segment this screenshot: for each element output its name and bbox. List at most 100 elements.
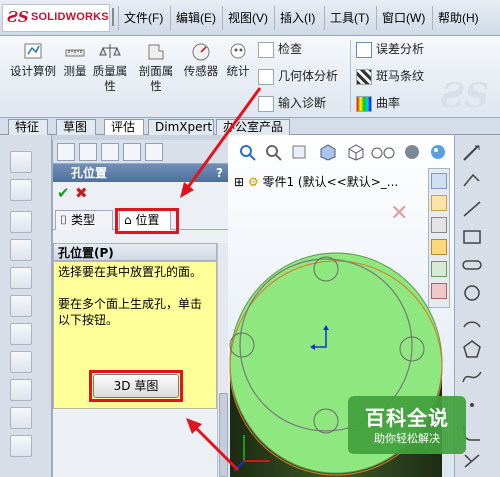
deviation-analysis-button[interactable]: 误差分析 xyxy=(356,40,424,58)
scrollbar-thumb[interactable] xyxy=(219,393,228,477)
sensor-button[interactable]: 传感器 xyxy=(180,42,222,79)
trim-icon[interactable] xyxy=(461,451,483,471)
sketch-icon[interactable] xyxy=(461,143,483,163)
fillet-icon[interactable] xyxy=(10,351,32,373)
arc-icon[interactable] xyxy=(461,311,483,331)
file-explorer-icon[interactable] xyxy=(431,239,447,255)
menu-window[interactable]: 窗口(W) xyxy=(382,9,425,26)
display-manager-tab-icon[interactable] xyxy=(145,143,163,161)
tab-sketch[interactable]: 草图 xyxy=(56,119,96,135)
display-style-icon[interactable] xyxy=(10,179,32,201)
slot-icon[interactable] xyxy=(461,255,483,275)
view-orient-icon[interactable] xyxy=(10,151,32,173)
watermark-badge: 百科全说 助你轻松解决 xyxy=(348,396,466,454)
deviation-analysis-icon xyxy=(356,41,372,58)
ok-cancel-row: ✔ ✖ xyxy=(53,182,229,204)
close-icon[interactable]: ✕ xyxy=(390,201,408,226)
tab-dimxpert[interactable]: DimXpert xyxy=(148,119,214,135)
left-toolbar xyxy=(0,135,52,477)
section-properties-icon xyxy=(148,44,164,60)
line-icon[interactable] xyxy=(461,199,483,219)
revolve-icon[interactable] xyxy=(10,239,32,261)
help-icon[interactable]: ? xyxy=(216,164,223,182)
mass-properties-button[interactable]: 质量属性 xyxy=(92,42,128,94)
extrude-icon[interactable] xyxy=(10,211,32,233)
sensor-icon xyxy=(192,43,210,61)
curvature-button[interactable]: 曲率 xyxy=(356,94,400,112)
rectangle-icon[interactable] xyxy=(461,227,483,247)
spline-icon[interactable] xyxy=(461,367,483,387)
view-palette-icon[interactable] xyxy=(431,261,447,277)
tab-features[interactable]: 特征 xyxy=(8,119,48,135)
menu-insert[interactable]: 插入(I) xyxy=(280,9,315,26)
ribbon-separator xyxy=(350,40,351,112)
cancel-button[interactable]: ✖ xyxy=(75,184,88,202)
design-library-icon[interactable] xyxy=(431,217,447,233)
heads-up-toolbar xyxy=(228,139,454,165)
triad-icon xyxy=(233,435,270,472)
part-icon: ⚙ xyxy=(247,175,259,189)
hide-show-icon[interactable] xyxy=(370,143,398,161)
command-manager: ƧS 设计算例 测量 质量属性 剖面属性 传感器 统计 检查 几何体分析 输入诊… xyxy=(0,36,500,118)
previous-view-icon[interactable] xyxy=(290,143,310,161)
scene-icon[interactable] xyxy=(428,143,448,161)
measure-button[interactable]: 测量 xyxy=(60,42,90,79)
ok-button[interactable]: ✔ xyxy=(57,184,70,202)
solidworks-logo[interactable]: ƧS SOLIDWORKS xyxy=(2,4,110,32)
mass-properties-icon xyxy=(99,44,121,58)
section-properties-button[interactable]: 剖面属性 xyxy=(136,42,176,94)
design-study-button[interactable]: 设计算例 xyxy=(10,42,56,79)
import-diagnostics-icon xyxy=(258,95,274,112)
resources-icon[interactable] xyxy=(431,173,447,189)
menu-bar: ƧS SOLIDWORKS 文件(F) 编辑(E) 视图(V) 插入(I) 工具… xyxy=(0,0,500,36)
view-orientation-icon[interactable] xyxy=(346,143,366,161)
import-diagnostics-button[interactable]: 输入诊断 xyxy=(258,94,326,112)
curvature-icon xyxy=(356,95,372,112)
statistics-icon xyxy=(230,43,246,59)
check-icon xyxy=(258,41,274,58)
zoom-area-icon[interactable] xyxy=(264,143,284,161)
zebra-stripes-button[interactable]: 斑马条纹 xyxy=(356,67,424,85)
feature-manager-tab-icon[interactable] xyxy=(57,143,75,161)
expand-icon[interactable]: ⊞ xyxy=(234,175,248,189)
loft-icon[interactable] xyxy=(10,295,32,317)
circle-icon[interactable] xyxy=(461,283,483,303)
home-icon[interactable] xyxy=(431,195,447,211)
position-tab-highlight xyxy=(115,208,179,234)
geometry-analysis-button[interactable]: 几何体分析 xyxy=(258,67,338,85)
menu-tools[interactable]: 工具(T) xyxy=(330,9,369,26)
pattern-icon[interactable] xyxy=(10,407,32,429)
cut-icon[interactable] xyxy=(10,323,32,345)
tab-type[interactable]: ⌷ 类型 xyxy=(55,210,113,230)
smart-dimension-icon[interactable] xyxy=(461,171,483,191)
tab-office-products[interactable]: 办公室产品 xyxy=(216,119,290,135)
hole-wizard-tabs: ⌷ 类型 ⌂ 位置 xyxy=(53,208,229,234)
menu-help[interactable]: 帮助(H) xyxy=(438,9,479,26)
menu-edit[interactable]: 编辑(E) xyxy=(176,9,216,26)
menu-view[interactable]: 视图(V) xyxy=(228,9,268,26)
polygon-icon[interactable] xyxy=(461,339,483,359)
mirror-icon[interactable] xyxy=(10,435,32,457)
chamfer-icon[interactable] xyxy=(10,379,32,401)
instruction-text-2: 要在多个面上生成孔，单击以下按钮。 xyxy=(58,297,203,327)
zebra-stripes-icon xyxy=(356,68,372,85)
section-view-icon[interactable] xyxy=(318,143,338,161)
menu-file[interactable]: 文件(F) xyxy=(124,9,163,26)
sweep-icon[interactable] xyxy=(10,267,32,289)
property-manager-tab-icon[interactable] xyxy=(79,143,97,161)
appearance-icon[interactable] xyxy=(402,143,422,161)
feature-tree-flyout[interactable]: ⊞ ⚙ 零件1 (默认<<默认>_... xyxy=(234,173,398,190)
hole-position-group-header[interactable]: 孔位置(P) xyxy=(53,243,217,261)
property-manager-title: 孔位置 ? xyxy=(53,164,229,182)
dimxpert-manager-tab-icon[interactable] xyxy=(123,143,141,161)
tab-evaluate[interactable]: 评估 xyxy=(104,119,144,135)
3d-sketch-button[interactable]: 3D 草图 xyxy=(93,374,179,398)
statistics-button[interactable]: 统计 xyxy=(224,42,252,79)
appearances-icon[interactable] xyxy=(431,283,447,299)
check-button[interactable]: 检查 xyxy=(258,40,302,58)
measure-icon xyxy=(65,49,85,57)
task-pane xyxy=(428,168,450,308)
zoom-to-fit-icon[interactable] xyxy=(238,143,258,161)
configuration-manager-tab-icon[interactable] xyxy=(101,143,119,161)
manager-tabs xyxy=(53,140,229,164)
